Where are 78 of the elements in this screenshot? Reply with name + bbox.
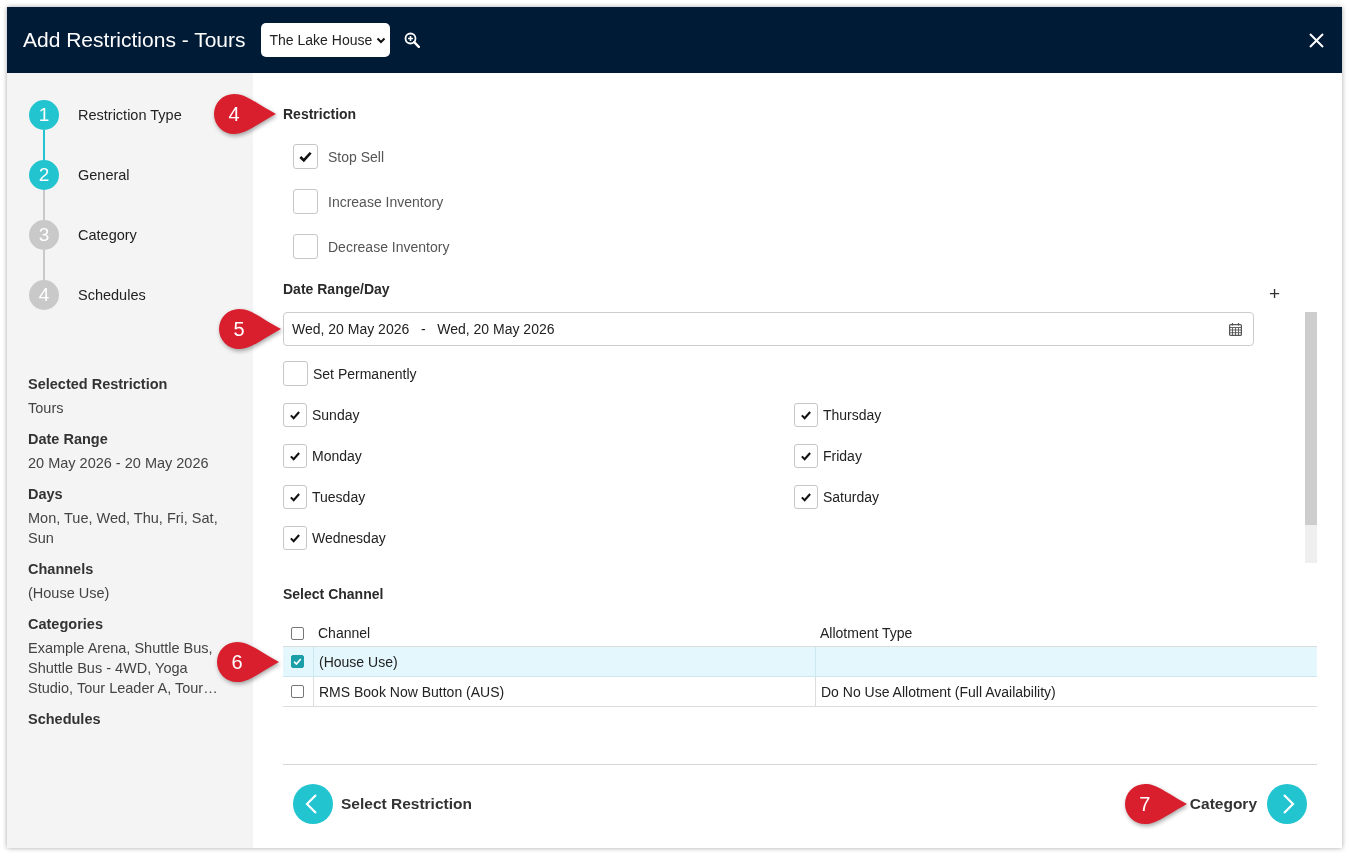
- select-all-checkbox[interactable]: [291, 626, 304, 640]
- checkmark-icon: [800, 408, 812, 421]
- section-heading: Restriction: [283, 105, 357, 123]
- step-label: Schedules: [78, 287, 146, 303]
- summary-value: Example Arena, Shuttle Bus, Shuttle Bus - 4WD, Yoga Studio, Tour Leader A, Tour…: [28, 639, 219, 698]
- close-icon[interactable]: [1309, 32, 1324, 48]
- step-label: Category: [78, 227, 137, 243]
- checkmark-icon: [289, 449, 301, 462]
- option-checkbox[interactable]: [293, 234, 318, 259]
- summary-value: Tours: [28, 399, 64, 418]
- checkmark-icon: [800, 449, 812, 462]
- day-checkbox[interactable]: [283, 525, 307, 550]
- chevron-right-icon: [1267, 784, 1307, 824]
- day-checkbox[interactable]: [283, 402, 307, 427]
- day-checkbox[interactable]: [794, 402, 818, 427]
- checkmark-icon: [289, 531, 301, 544]
- checkmark-icon: [800, 490, 812, 503]
- table-row[interactable]: RMS Book Now Button (AUS) Do No Use Allotment (Full Availability): [283, 677, 1317, 707]
- callout-marker: 7: [1123, 783, 1188, 825]
- summary-heading: Channels: [28, 560, 94, 579]
- day-label: Monday: [312, 447, 362, 464]
- day-label: Thursday: [823, 406, 882, 423]
- checkmark-icon: [292, 656, 303, 667]
- checkbox-label: Set Permanently: [313, 365, 417, 382]
- day-label: Friday: [823, 447, 862, 464]
- chevron-down-icon: [376, 35, 387, 45]
- callout-marker: 5: [218, 308, 282, 350]
- step-number: 2: [29, 160, 59, 190]
- table-cell: RMS Book Now Button (AUS): [319, 683, 505, 700]
- step-label: General: [78, 167, 130, 183]
- step-number: 1: [29, 100, 59, 130]
- summary-heading: Schedules: [28, 710, 101, 729]
- column-header: Channel: [318, 625, 371, 641]
- section-heading: Date Range/Day: [283, 280, 390, 298]
- next-button[interactable]: Category: [1189, 784, 1307, 824]
- table-cell: Do No Use Allotment (Full Availability): [821, 683, 1056, 700]
- day-checkbox[interactable]: [794, 484, 818, 509]
- option-label: Stop Sell: [328, 148, 385, 165]
- property-select[interactable]: The Lake House: [260, 23, 391, 57]
- window-title: Add Restrictions - Tours: [23, 28, 246, 52]
- zoom-in-icon[interactable]: [404, 32, 421, 48]
- step-label: Restriction Type: [78, 107, 182, 123]
- day-label: Wednesday: [312, 529, 386, 546]
- summary-heading: Date Range: [28, 430, 108, 449]
- row-checkbox[interactable]: [291, 685, 304, 698]
- day-label: Saturday: [823, 488, 880, 505]
- day-label: Sunday: [312, 406, 360, 423]
- checkmark-icon: [298, 149, 313, 164]
- summary-heading: Selected Restriction: [28, 375, 168, 394]
- summary-value: Mon, Tue, Wed, Thu, Fri, Sat, Sun: [28, 509, 219, 548]
- option-checkbox[interactable]: [293, 189, 318, 214]
- day-label: Tuesday: [312, 488, 366, 505]
- day-checkbox[interactable]: [283, 443, 307, 468]
- set-permanently-checkbox[interactable]: [283, 361, 308, 386]
- add-date-range-button[interactable]: +: [1268, 284, 1280, 303]
- day-checkbox[interactable]: [794, 443, 818, 468]
- summary-value: (House Use): [28, 584, 110, 603]
- summary-heading: Days: [28, 485, 63, 504]
- day-checkbox[interactable]: [283, 484, 307, 509]
- callout-marker: 4: [213, 93, 277, 135]
- table-row[interactable]: (House Use): [283, 647, 1317, 677]
- summary-value: 20 May 2026 - 20 May 2026: [28, 454, 209, 473]
- callout-marker: 6: [216, 641, 280, 683]
- option-label: Increase Inventory: [328, 193, 444, 210]
- section-heading: Select Channel: [283, 585, 384, 603]
- summary-heading: Categories: [28, 615, 103, 634]
- back-button[interactable]: Select Restriction: [293, 784, 472, 824]
- column-header: Allotment Type: [820, 625, 913, 641]
- table-cell: (House Use): [319, 653, 398, 670]
- chevron-left-icon: [293, 784, 333, 824]
- checkmark-icon: [289, 490, 301, 503]
- calendar-icon[interactable]: [1229, 322, 1242, 336]
- scrollbar[interactable]: [1305, 312, 1317, 563]
- option-checkbox[interactable]: [293, 144, 318, 169]
- row-checkbox[interactable]: [291, 655, 304, 668]
- date-range-field[interactable]: Wed, 20 May 2026 - Wed, 20 May 2026: [283, 312, 1254, 346]
- checkmark-icon: [289, 408, 301, 421]
- option-label: Decrease Inventory: [328, 238, 450, 255]
